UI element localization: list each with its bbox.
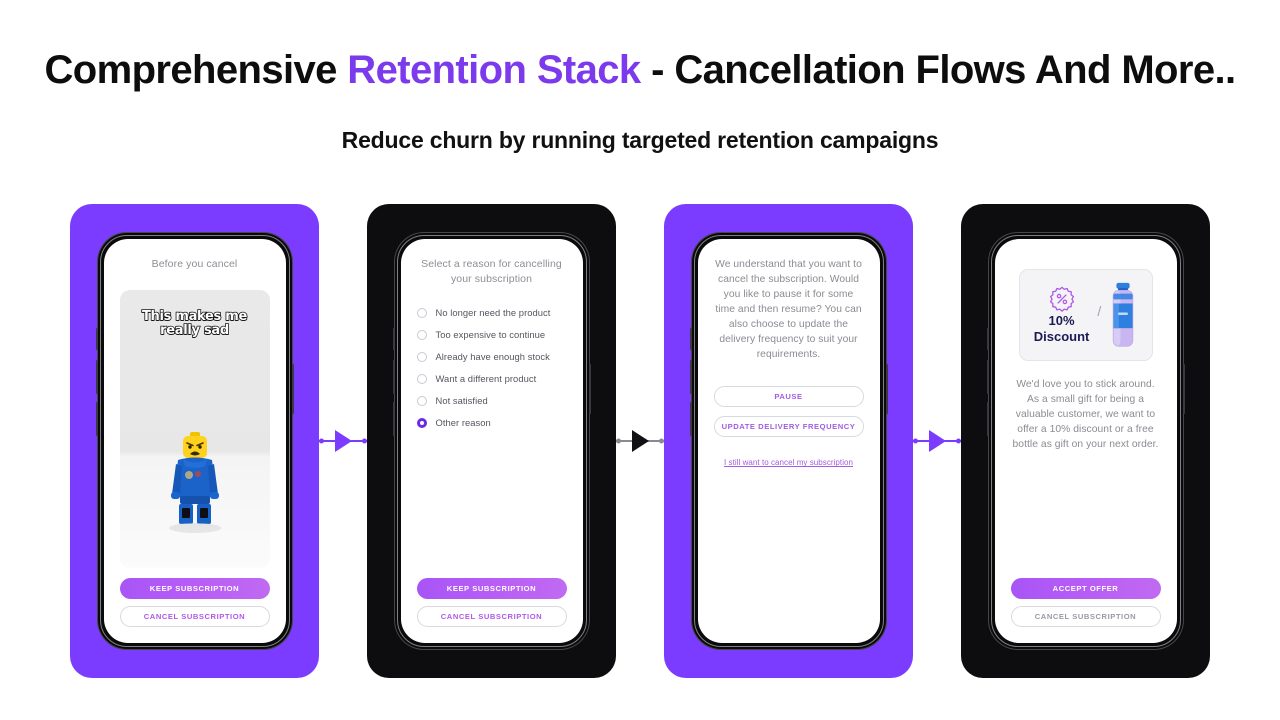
screen-3-body: We understand that you want to cancel th… bbox=[715, 259, 862, 361]
phone-mockup-3: We understand that you want to cancel th… bbox=[689, 232, 888, 650]
screen-2-actions: KEEP SUBSCRIPTION CANCEL SUBSCRIPTION bbox=[415, 568, 569, 629]
screen-1-actions: KEEP SUBSCRIPTION CANCEL SUBSCRIPTION bbox=[118, 568, 272, 629]
phone-side-button-volume-down bbox=[392, 402, 395, 436]
flow-step-2: Select a reason for cancelling your subs… bbox=[367, 204, 616, 678]
screen-before-you-cancel: Before you cancel This makes me really s… bbox=[103, 239, 286, 643]
meme-caption: This makes me really sad bbox=[120, 309, 270, 338]
page-title: Comprehensive Retention Stack - Cancella… bbox=[0, 48, 1280, 92]
phone-side-button-mute bbox=[95, 328, 98, 350]
phone-side-button-volume-up bbox=[392, 360, 395, 394]
phone-side-button-volume-down bbox=[95, 402, 98, 436]
screen-3-actions: PAUSE UPDATE DELIVERY FREQUENCY I still … bbox=[712, 386, 866, 467]
keep-subscription-button[interactable]: KEEP SUBSCRIPTION bbox=[119, 578, 270, 599]
meme-caption-line-2: really sad bbox=[159, 322, 230, 338]
keep-subscription-button[interactable]: KEEP SUBSCRIPTION bbox=[416, 578, 567, 599]
flow-arrow-3 bbox=[913, 426, 961, 456]
flow-arrow-1 bbox=[319, 426, 367, 456]
meme-image: This makes me really sad bbox=[119, 290, 270, 568]
phone-mockup-2: Select a reason for cancelling your subs… bbox=[392, 232, 591, 650]
header: Comprehensive Retention Stack - Cancella… bbox=[0, 0, 1280, 154]
screen-pause-offer: We understand that you want to cancel th… bbox=[697, 239, 880, 643]
phone-side-button-volume-down bbox=[986, 402, 989, 436]
page-subtitle: Reduce churn by running targeted retenti… bbox=[341, 127, 939, 153]
radio-icon[interactable] bbox=[416, 395, 427, 406]
discount-amount: 10% bbox=[1048, 313, 1075, 329]
phone-side-button-mute bbox=[986, 328, 989, 350]
screen-4-body: We'd love you to stick around. As a smal… bbox=[1012, 379, 1159, 451]
pause-button[interactable]: PAUSE bbox=[713, 386, 864, 408]
phone-side-button-power bbox=[291, 364, 294, 414]
discount-offer-block: 10% Discount bbox=[1033, 286, 1090, 344]
accept-offer-button[interactable]: ACCEPT OFFER bbox=[1010, 578, 1161, 599]
radio-icon[interactable] bbox=[416, 307, 427, 318]
radio-label: Other reason bbox=[435, 417, 491, 429]
radio-option-no-longer-need[interactable]: No longer need the product bbox=[416, 307, 569, 319]
cancel-subscription-link[interactable]: I still want to cancel my subscription bbox=[714, 458, 864, 467]
radio-icon[interactable] bbox=[416, 329, 427, 340]
phone-side-button-volume-up bbox=[689, 360, 692, 394]
phone-side-button-mute bbox=[689, 328, 692, 350]
phone-side-button-volume-up bbox=[986, 360, 989, 394]
phone-mockup-4: 10% Discount / We'd love you to stick ar… bbox=[986, 232, 1185, 650]
phone-side-button-volume-up bbox=[95, 360, 98, 394]
screen-1-heading: Before you cancel bbox=[151, 258, 238, 270]
arrow-right-icon bbox=[928, 430, 946, 452]
radio-option-other-reason[interactable]: Other reason bbox=[416, 417, 569, 429]
phone-side-button-power bbox=[885, 364, 888, 414]
percent-rosette-icon bbox=[1049, 287, 1074, 313]
arrow-dot-left bbox=[616, 438, 621, 444]
phone-side-button-volume-down bbox=[689, 402, 692, 436]
arrow-right-icon bbox=[334, 430, 352, 452]
arrow-dot-left bbox=[913, 438, 918, 444]
title-accent: Retention Stack bbox=[347, 48, 641, 92]
flow-step-1: Before you cancel This makes me really s… bbox=[70, 204, 319, 678]
phone-side-button-mute bbox=[392, 328, 395, 350]
cancellation-reason-list: No longer need the product Too expensive… bbox=[415, 307, 569, 568]
water-bottle-icon bbox=[1113, 282, 1134, 347]
title-part-2: - Cancellation Flows And More.. bbox=[640, 48, 1236, 92]
offer-card: 10% Discount / bbox=[1018, 269, 1153, 361]
radio-icon[interactable] bbox=[416, 351, 427, 362]
phone-mockup-1: Before you cancel This makes me really s… bbox=[95, 232, 294, 650]
slide-root: Comprehensive Retention Stack - Cancella… bbox=[0, 0, 1280, 720]
offer-separator: / bbox=[1097, 303, 1102, 319]
retention-flow: Before you cancel This makes me really s… bbox=[0, 204, 1280, 678]
radio-label: Not satisfied bbox=[435, 395, 488, 407]
radio-label: Too expensive to continue bbox=[435, 329, 546, 341]
radio-icon[interactable] bbox=[416, 373, 427, 384]
radio-label: Want a different product bbox=[435, 373, 537, 385]
cancel-subscription-button[interactable]: CANCEL SUBSCRIPTION bbox=[416, 606, 567, 627]
flow-step-4: 10% Discount / We'd love you to stick ar… bbox=[961, 204, 1210, 678]
radio-label: No longer need the product bbox=[435, 307, 551, 319]
screen-2-heading: Select a reason for cancelling your subs… bbox=[421, 258, 562, 286]
cancel-subscription-button[interactable]: CANCEL SUBSCRIPTION bbox=[1010, 606, 1161, 627]
radio-option-not-satisfied[interactable]: Not satisfied bbox=[416, 395, 569, 407]
screen-4-actions: ACCEPT OFFER CANCEL SUBSCRIPTION bbox=[1009, 568, 1163, 629]
radio-label: Already have enough stock bbox=[435, 351, 550, 363]
radio-option-enough-stock[interactable]: Already have enough stock bbox=[416, 351, 569, 363]
radio-icon-selected[interactable] bbox=[416, 417, 427, 428]
cancel-subscription-button[interactable]: CANCEL SUBSCRIPTION bbox=[119, 606, 270, 627]
flow-step-3: We understand that you want to cancel th… bbox=[664, 204, 913, 678]
flow-arrow-2 bbox=[616, 426, 664, 456]
update-delivery-frequency-button[interactable]: UPDATE DELIVERY FREQUENCY bbox=[713, 416, 864, 438]
screen-cancellation-reason: Select a reason for cancelling your subs… bbox=[400, 239, 583, 643]
radio-option-different-product[interactable]: Want a different product bbox=[416, 373, 569, 385]
sad-lego-minifigure-icon bbox=[168, 432, 221, 533]
phone-side-button-power bbox=[1182, 364, 1185, 414]
phone-side-button-power bbox=[588, 364, 591, 414]
arrow-right-icon bbox=[631, 430, 649, 452]
radio-option-too-expensive[interactable]: Too expensive to continue bbox=[416, 329, 569, 341]
arrow-dot-left bbox=[319, 438, 324, 444]
discount-label: Discount bbox=[1033, 329, 1090, 344]
screen-discount-offer: 10% Discount / We'd love you to stick ar… bbox=[994, 239, 1177, 643]
title-part-1: Comprehensive bbox=[44, 48, 348, 92]
